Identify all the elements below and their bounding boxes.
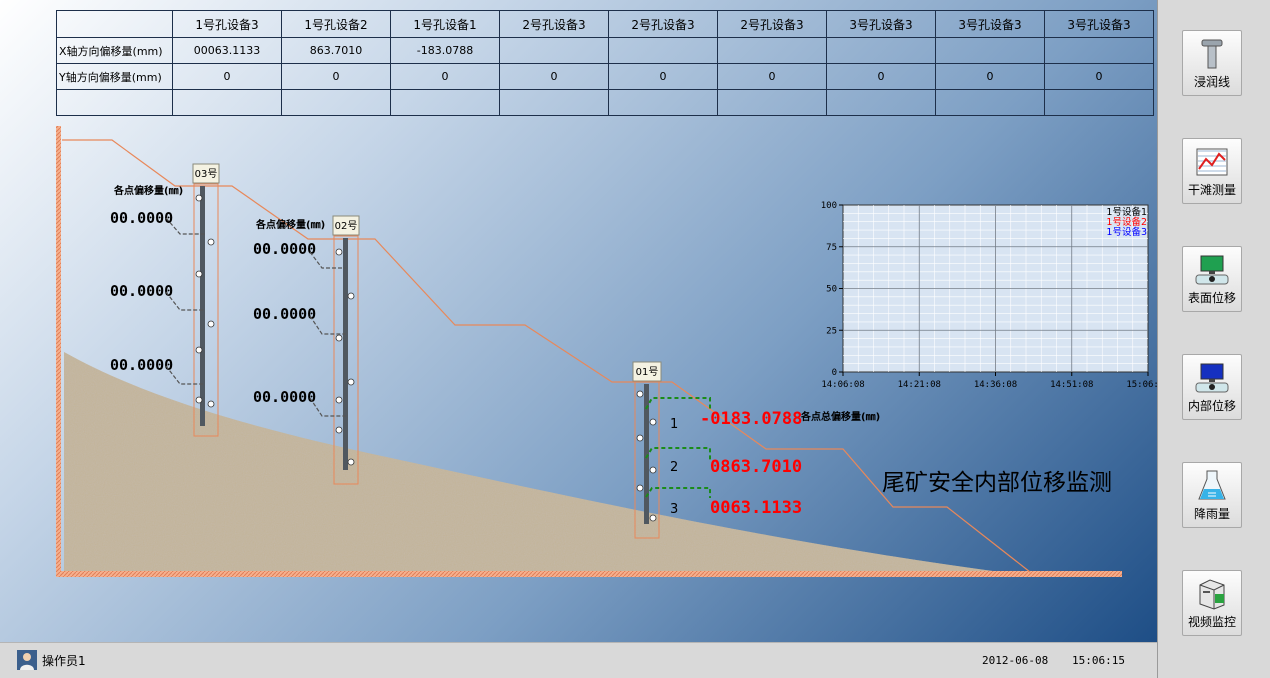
- sidebar-item-phreatic-line[interactable]: 浸润线: [1182, 30, 1242, 96]
- chart-legend: 1号设备11号设备21号设备3: [1106, 206, 1147, 238]
- status-bar: 操作员1 2012-06-08 15:06:15: [0, 642, 1157, 678]
- chart-grid: [843, 205, 1148, 372]
- chart-x-tick-label: 15:06:08: [1126, 380, 1157, 390]
- chart-y-tick-label: 0: [832, 368, 837, 378]
- sidebar-item-label: 视频监控: [1187, 615, 1236, 629]
- sidebar-item-surface-displacement[interactable]: 表面位移: [1182, 246, 1242, 312]
- chart-x-tick-label: 14:06:08: [821, 380, 864, 390]
- chart-legend-entry: 1号设备3: [1106, 226, 1147, 238]
- sidebar-item-internal-displacement[interactable]: 内部位移: [1182, 354, 1242, 420]
- sidebar-item-label: 浸润线: [1193, 75, 1230, 89]
- monitor-icon: [1195, 255, 1229, 285]
- chart-x-axis: 14:06:08 14:21:08 14:36:08 14:51:08 15:06:08: [821, 372, 1157, 390]
- operator-name: 操作员1: [42, 654, 86, 668]
- chart-x-tick-label: 14:21:08: [898, 380, 941, 390]
- chart-y-tick-label: 100: [821, 201, 837, 211]
- sidebar: 浸润线 干滩测量 表面位移 内部位移 降雨量 视频监控: [1157, 0, 1270, 678]
- sidebar-item-video-monitoring[interactable]: 视频监控: [1182, 570, 1242, 636]
- chart-x-tick-label: 14:51:08: [1050, 380, 1093, 390]
- status-time: 15:06:15: [1072, 654, 1125, 667]
- sidebar-item-rainfall[interactable]: 降雨量: [1182, 462, 1242, 528]
- sidebar-item-dry-beach[interactable]: 干滩测量: [1182, 138, 1242, 204]
- video-server-icon: [1199, 579, 1225, 610]
- main-view: 1号孔设备3 1号孔设备2 1号孔设备1 2号孔设备3 2号孔设备3 2号孔设备…: [0, 0, 1157, 642]
- pipe-icon: [1201, 39, 1223, 69]
- chart-y-tick-label: 25: [826, 326, 837, 336]
- sidebar-item-label: 降雨量: [1193, 507, 1230, 521]
- sidebar-item-label: 表面位移: [1187, 291, 1236, 305]
- user-avatar-icon: [17, 650, 37, 670]
- monitor-blue-icon: [1195, 363, 1229, 393]
- chart-y-tick-label: 50: [826, 285, 837, 295]
- sidebar-item-label: 干滩测量: [1187, 183, 1236, 197]
- chart-icon: [1196, 148, 1228, 176]
- status-date: 2012-06-08: [982, 654, 1049, 667]
- sidebar-item-label: 内部位移: [1187, 399, 1236, 413]
- flask-icon: [1198, 470, 1226, 500]
- chart-y-axis: 0 25 50 75 100: [821, 201, 843, 378]
- trend-chart: 0 25 50 75 100 14:06:08 14:21:08 14:36:08 14:51…: [821, 201, 1157, 390]
- chart-x-tick-label: 14:36:08: [974, 380, 1017, 390]
- chart-y-tick-label: 75: [826, 243, 837, 253]
